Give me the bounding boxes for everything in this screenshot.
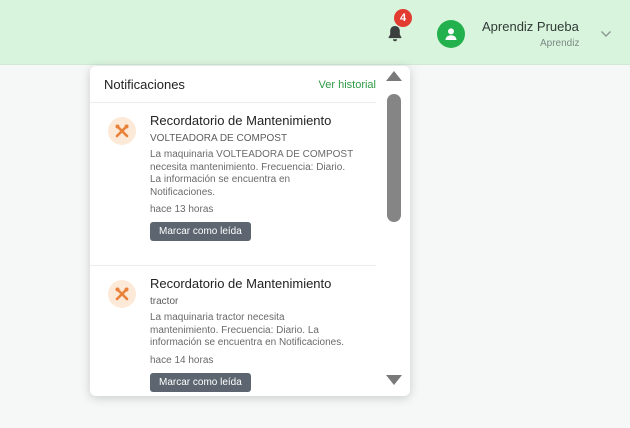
notification-title: Recordatorio de Mantenimiento bbox=[150, 113, 332, 128]
notification-item[interactable]: Recordatorio de Mantenimiento tractor La… bbox=[90, 265, 376, 396]
notifications-list[interactable]: Recordatorio de Mantenimiento VOLTEADORA… bbox=[90, 103, 376, 396]
scrollbar[interactable] bbox=[378, 66, 410, 396]
user-name: Aprendiz Prueba bbox=[482, 19, 579, 34]
scrollbar-thumb[interactable] bbox=[387, 94, 401, 222]
mark-as-read-button[interactable]: Marcar como leída bbox=[150, 222, 251, 241]
scroll-down-arrow-icon[interactable] bbox=[385, 374, 403, 386]
notification-title: Recordatorio de Mantenimiento bbox=[150, 276, 332, 291]
notification-machine: tractor bbox=[150, 296, 179, 307]
notifications-header: Notificaciones Ver historial bbox=[90, 66, 376, 103]
tools-icon bbox=[108, 280, 136, 308]
notifications-dropdown: Notificaciones Ver historial Recordatori… bbox=[90, 66, 410, 396]
panel-title: Notificaciones bbox=[104, 77, 185, 92]
notification-item[interactable]: Recordatorio de Mantenimiento VOLTEADORA… bbox=[90, 103, 376, 265]
scroll-up-arrow-icon[interactable] bbox=[385, 70, 403, 82]
notification-time: hace 13 horas bbox=[150, 204, 214, 215]
top-bar: 4 Aprendiz Prueba Aprendiz bbox=[0, 0, 630, 65]
chevron-down-icon bbox=[601, 31, 611, 37]
view-history-link[interactable]: Ver historial bbox=[319, 79, 376, 91]
notification-message: La maquinaria tractor necesita mantenimi… bbox=[150, 312, 344, 348]
user-role: Aprendiz bbox=[540, 38, 580, 49]
user-avatar-icon bbox=[437, 20, 465, 48]
notification-message: La maquinaria VOLTEADORA DE COMPOST nece… bbox=[150, 149, 354, 198]
user-menu-button[interactable]: Aprendiz Prueba Aprendiz bbox=[434, 12, 620, 56]
notification-count-badge: 4 bbox=[394, 9, 412, 27]
mark-as-read-button[interactable]: Marcar como leída bbox=[150, 372, 251, 392]
notification-time: hace 14 horas bbox=[150, 354, 214, 366]
tools-icon bbox=[108, 117, 136, 145]
notification-machine: VOLTEADORA DE COMPOST bbox=[150, 133, 288, 144]
